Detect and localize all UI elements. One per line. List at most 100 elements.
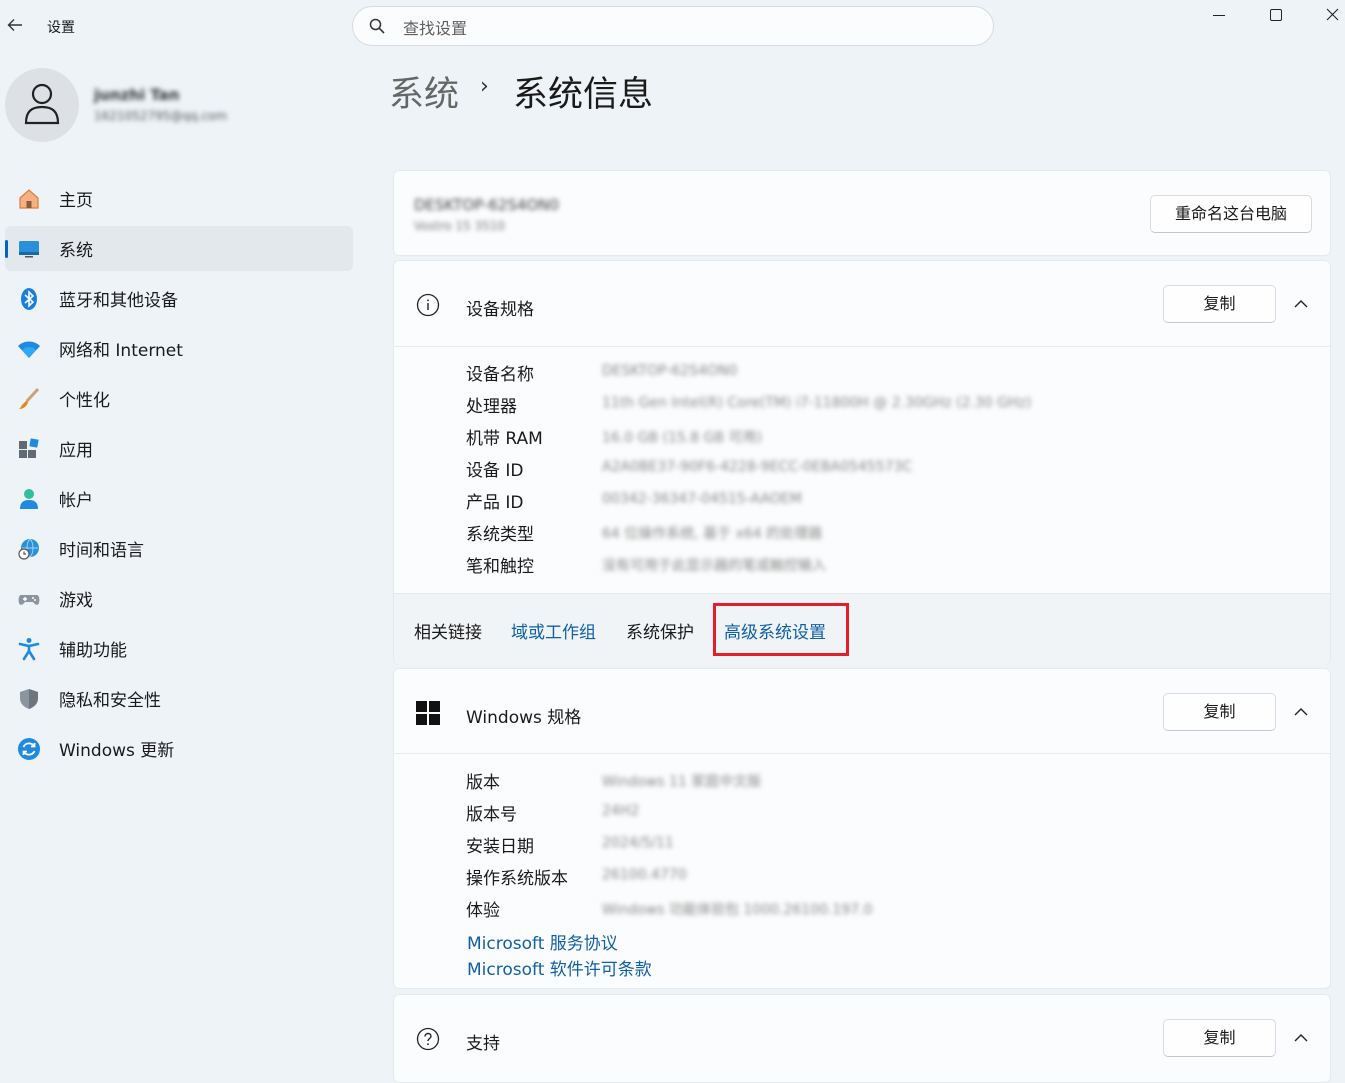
profile-email: 1621052795@qq.com [94,109,228,123]
copy-windows-specs-button[interactable]: 复制 [1163,693,1276,731]
paintbrush-icon [19,387,40,409]
pc-name-card: DESKTOP-62S4ON0 Vostro 15 3510 重命名这台电脑 [393,170,1331,256]
win-label-experience: 体验 [466,901,500,921]
spec-label-product-id: 产品 ID [466,493,524,513]
search-box[interactable] [352,6,994,46]
support-title: 支持 [466,1034,500,1054]
back-arrow-icon[interactable] [6,16,26,36]
system-protection-link[interactable]: 系统保护 [626,618,694,643]
person-icon [24,83,60,125]
chevron-up-icon[interactable] [1293,296,1309,312]
search-input[interactable] [401,16,965,40]
search-icon [369,18,385,34]
spec-label-pen-touch: 笔和触控 [466,557,534,577]
divider [394,753,1332,754]
related-links-label: 相关链接 [414,623,482,643]
breadcrumb-parent[interactable]: 系统 [389,66,459,117]
windows-logo-icon [416,701,440,725]
close-icon[interactable] [1318,4,1345,26]
sidebar-item-label: 帐户 [59,491,93,511]
spec-label-ram: 机带 RAM [466,429,543,449]
windows-specs-card: Windows 规格 复制 版本 Windows 11 家庭中文版 版本号 24… [393,668,1332,989]
avatar[interactable] [5,68,79,142]
system-display-icon [19,241,39,258]
spec-value-device-name: DESKTOP-62S4ON0 [602,363,738,379]
sidebar-item-bluetooth[interactable]: 蓝牙和其他设备 [5,276,353,321]
spec-value-ram: 16.0 GB (15.8 GB 可用) [602,430,762,446]
ms-license-terms-link[interactable]: Microsoft 软件许可条款 [467,955,652,980]
win-value-edition: Windows 11 家庭中文版 [602,774,762,790]
win-value-os-build: 26100.4770 [602,867,687,883]
gamepad-icon [18,595,40,605]
sidebar-item-privacy-security[interactable]: 隐私和安全性 [5,676,353,721]
device-specs-card: 设备规格 复制 设备名称 DESKTOP-62S4ON0 处理器 11th Ge… [393,260,1332,665]
pc-model: Vostro 15 3510 [414,219,506,233]
win-value-version: 24H2 [602,803,640,819]
spec-value-device-id: A2A0BE37-90F6-4228-9ECC-0EBA0545573C [602,459,913,475]
spec-label-processor: 处理器 [466,397,517,417]
spec-label-system-type: 系统类型 [466,525,534,545]
apps-icon [19,438,39,458]
sidebar-item-label: 游戏 [59,591,93,611]
spec-label-device-name: 设备名称 [466,365,534,385]
shield-icon [20,689,38,709]
sidebar-item-network[interactable]: 网络和 Internet [5,326,353,371]
sidebar-item-personalization[interactable]: 个性化 [5,376,353,421]
related-links-bar: 相关链接 域或工作组 系统保护 高级系统设置 [394,593,1330,665]
window-title: 设置 [47,20,75,36]
chevron-up-icon[interactable] [1293,704,1309,720]
rename-pc-button[interactable]: 重命名这台电脑 [1150,195,1312,233]
pc-device-name: DESKTOP-62S4ON0 [414,196,560,214]
sidebar-item-label: 系统 [59,241,93,261]
spec-value-processor: 11th Gen Intel(R) Core(TM) i7-11800H @ 2… [602,395,1032,411]
minimize-icon[interactable] [1205,4,1235,26]
sidebar-item-label: 主页 [59,191,93,211]
sidebar-item-system[interactable]: 系统 [5,226,353,271]
windows-specs-title: Windows 规格 [466,708,582,728]
sidebar-item-label: 辅助功能 [59,641,127,661]
chevron-up-icon[interactable] [1293,1030,1309,1046]
sidebar-item-label: 应用 [59,441,93,461]
maximize-icon[interactable] [1261,4,1291,26]
win-label-edition: 版本 [466,773,500,793]
sidebar-nav: 主页 系统 蓝牙和其他设备 网络和 Internet 个性化 应用 帐户 时间和… [5,176,353,776]
win-value-install-date: 2024/5/11 [602,835,674,851]
support-card: 支持 复制 [393,994,1331,1083]
sidebar-item-label: Windows 更新 [59,741,175,761]
page-title: 系统信息 [513,75,654,115]
account-icon [20,489,38,509]
sidebar-item-label: 网络和 Internet [59,341,183,361]
sidebar-item-accounts[interactable]: 帐户 [5,476,353,521]
sidebar-item-accessibility[interactable]: 辅助功能 [5,626,353,671]
sidebar-item-windows-update[interactable]: Windows 更新 [5,726,353,771]
win-label-install-date: 安装日期 [466,837,534,857]
windows-update-icon [18,738,40,760]
sidebar-item-label: 蓝牙和其他设备 [59,291,178,311]
profile-name: junzhi Tan [94,86,180,104]
win-value-experience: Windows 功能体验包 1000.26100.197.0 [602,902,873,918]
info-icon [416,293,440,317]
copy-support-button[interactable]: 复制 [1163,1019,1276,1057]
sidebar-item-gaming[interactable]: 游戏 [5,576,353,621]
breadcrumb-separator: › [480,74,489,99]
bluetooth-icon [21,288,37,310]
sidebar-item-label: 个性化 [59,391,110,411]
spec-label-device-id: 设备 ID [466,461,524,481]
domain-workgroup-link[interactable]: 域或工作组 [511,618,596,643]
divider [394,346,1332,347]
advanced-system-settings-link[interactable]: 高级系统设置 [724,618,826,643]
sidebar-item-time-language[interactable]: 时间和语言 [5,526,353,571]
sidebar-item-label: 时间和语言 [59,541,144,561]
sidebar-item-label: 隐私和安全性 [59,691,161,711]
wifi-icon [18,341,40,358]
device-specs-title: 设备规格 [466,300,534,320]
ms-services-agreement-link[interactable]: Microsoft 服务协议 [467,929,618,954]
spec-value-pen-touch: 没有可用于此显示器的笔或触控输入 [602,558,826,574]
help-icon [416,1027,440,1051]
sidebar-item-home[interactable]: 主页 [5,176,353,221]
sidebar-item-apps[interactable]: 应用 [5,426,353,471]
copy-device-specs-button[interactable]: 复制 [1163,285,1276,323]
globe-clock-icon [18,538,39,560]
win-label-version: 版本号 [466,805,517,825]
accessibility-icon [18,638,40,661]
